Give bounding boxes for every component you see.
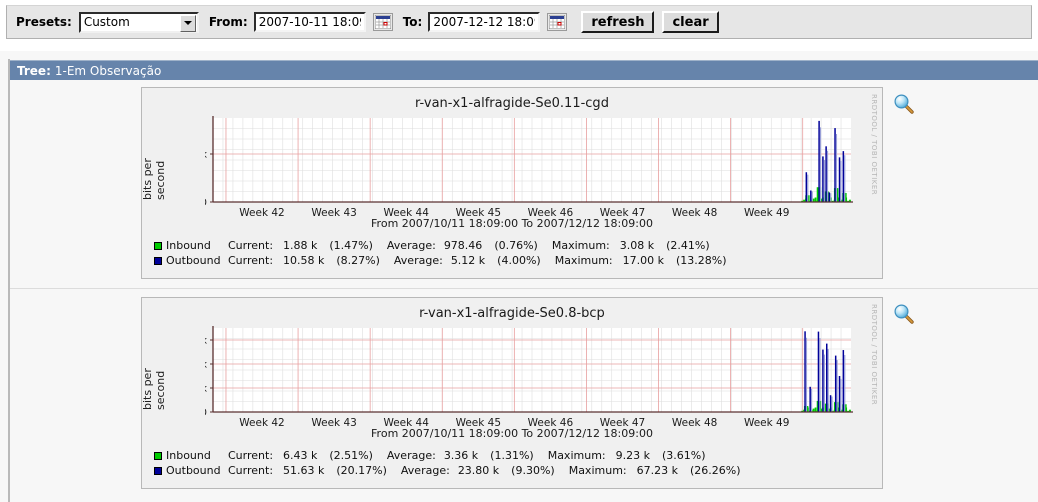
legend-current-value: 6.43 k	[283, 449, 318, 462]
legend-maximum-value: 3.08 k	[619, 239, 655, 252]
tree-content-area: Tree: 1-Em Observação r-van-x1-alfragide…	[0, 50, 1038, 502]
legend-maximum-pct: (26.26%)	[689, 464, 741, 477]
to-label: To:	[402, 15, 423, 29]
tree-prefix-label: Tree:	[17, 63, 51, 78]
from-date-input[interactable]	[253, 12, 366, 32]
legend-average-label: Average:	[393, 254, 443, 267]
svg-text:10 k: 10 k	[205, 150, 207, 161]
legend-average-value: 23.80 k	[457, 464, 500, 477]
legend-maximum-label: Maximum:	[568, 464, 627, 477]
presets-dropdown[interactable]: Custom	[78, 11, 199, 33]
legend-current-pct: (8.27%)	[336, 254, 380, 267]
graph-date-range: From 2007/10/11 18:09:00 To 2007/12/12 1…	[371, 217, 653, 230]
graph-divider	[10, 288, 1038, 289]
magnifier-icon[interactable]	[893, 303, 915, 325]
legend-current-pct: (1.47%)	[329, 239, 373, 252]
plot-area: 020 k40 k60 kWeek 42Week 43Week 44Week 4…	[205, 326, 853, 429]
legend-average-value: 978.46	[443, 239, 483, 252]
graph-row: r-van-x1-alfragide-Se0.11-cgd RRDTOOL / …	[10, 87, 1038, 279]
legend-maximum-value: 67.23 k	[636, 464, 678, 477]
legend-maximum-label: Maximum:	[554, 254, 613, 267]
legend-row-inbound: Inbound Current: 6.43 k (2.51%) Average:…	[154, 448, 741, 463]
to-calendar-icon[interactable]	[547, 13, 568, 31]
legend-current-label: Current:	[228, 464, 274, 477]
legend-current-value: 1.88 k	[283, 239, 318, 252]
legend-maximum-pct: (3.61%)	[661, 449, 706, 462]
legend-average-value: 5.12 k	[450, 254, 486, 267]
svg-text:0: 0	[205, 198, 207, 209]
legend-average-value: 3.36 k	[443, 449, 479, 462]
svg-text:60 k: 60 k	[205, 336, 207, 347]
legend-current-label: Current:	[228, 239, 274, 252]
inbound-color-swatch	[154, 241, 162, 250]
legend-current-value: 10.58 k	[283, 254, 325, 267]
graph-date-range: From 2007/10/11 18:09:00 To 2007/12/12 1…	[371, 427, 653, 440]
inbound-color-swatch	[154, 451, 162, 460]
from-label: From:	[208, 15, 248, 29]
rrdtool-credit: RRDTOOL / TOBI OETIKER	[870, 304, 878, 406]
legend-row-inbound: Inbound Current: 1.88 k (1.47%) Average:…	[154, 238, 727, 253]
mrtg-weathermap-page: Presets: Custom From: 2007-10-11 18:09 T…	[0, 0, 1038, 502]
legend-average-label: Average:	[386, 239, 436, 252]
legend-series-name: Outbound	[166, 464, 221, 477]
tree-name-label: 1-Em Observação	[54, 63, 162, 78]
presets-label: Presets:	[16, 15, 72, 29]
legend-average-pct: (0.76%)	[494, 239, 538, 252]
refresh-button[interactable]: refresh	[581, 11, 655, 33]
clear-button[interactable]: clear	[662, 11, 719, 33]
legend-maximum-label: Maximum:	[547, 449, 606, 462]
graph-title: r-van-x1-alfragide-Se0.8-bcp	[419, 306, 605, 321]
outbound-color-swatch	[154, 466, 162, 475]
presets-selected-value: Custom	[83, 15, 130, 29]
svg-text:20 k: 20 k	[205, 384, 207, 395]
legend-series-name: Inbound	[166, 449, 211, 462]
graph-legend: Inbound Current: 6.43 k (2.51%) Average:…	[154, 448, 741, 478]
graph-title: r-van-x1-alfragide-Se0.11-cgd	[415, 96, 609, 111]
legend-average-pct: (4.00%)	[497, 254, 541, 267]
legend-average-label: Average:	[400, 464, 450, 477]
legend-average-pct: (9.30%)	[511, 464, 555, 477]
y-axis-label: bits per second	[141, 158, 167, 200]
legend-average-label: Average:	[386, 449, 436, 462]
chevron-down-icon[interactable]	[179, 14, 196, 32]
from-calendar-icon[interactable]	[372, 13, 393, 31]
legend-maximum-value: 17.00 k	[622, 254, 664, 267]
filter-toolbar: Presets: Custom From: 2007-10-11 18:09 T…	[0, 0, 1038, 45]
legend-maximum-label: Maximum:	[551, 239, 610, 252]
legend-current-pct: (2.51%)	[329, 449, 373, 462]
legend-maximum-value: 9.23 k	[615, 449, 650, 462]
legend-current-pct: (20.17%)	[336, 464, 387, 477]
legend-average-pct: (1.31%)	[490, 449, 534, 462]
legend-series-name: Outbound	[166, 254, 221, 267]
legend-current-label: Current:	[228, 254, 274, 267]
outbound-color-swatch	[154, 256, 162, 265]
svg-text:40 k: 40 k	[205, 360, 207, 371]
rrdtool-credit: RRDTOOL / TOBI OETIKER	[870, 94, 878, 196]
to-date-input[interactable]	[428, 12, 541, 32]
legend-row-outbound: Outbound Current: 51.63 k (20.17%) Avera…	[154, 463, 741, 478]
legend-row-outbound: Outbound Current: 10.58 k (8.27%) Averag…	[154, 253, 727, 268]
graph-row: r-van-x1-alfragide-Se0.8-bcp RRDTOOL / T…	[10, 297, 1038, 489]
svg-text:0: 0	[205, 408, 207, 419]
legend-maximum-pct: (13.28%)	[675, 254, 727, 267]
legend-series-name: Inbound	[166, 239, 211, 252]
tree-header-bar: Tree: 1-Em Observação	[10, 60, 1038, 80]
magnifier-icon[interactable]	[893, 93, 915, 115]
filter-toolbar-inner: Presets: Custom From: 2007-10-11 18:09 T…	[6, 5, 1032, 39]
legend-current-value: 51.63 k	[283, 464, 325, 477]
graph-panel: r-van-x1-alfragide-Se0.8-bcp RRDTOOL / T…	[141, 297, 883, 489]
graph-panel: r-van-x1-alfragide-Se0.11-cgd RRDTOOL / …	[141, 87, 883, 279]
plot-area: 010 kWeek 42Week 43Week 44Week 45Week 46…	[205, 116, 853, 219]
graph-legend: Inbound Current: 1.88 k (1.47%) Average:…	[154, 238, 727, 268]
legend-current-label: Current:	[228, 449, 274, 462]
legend-maximum-pct: (2.41%)	[666, 239, 710, 252]
y-axis-label: bits per second	[141, 368, 167, 410]
